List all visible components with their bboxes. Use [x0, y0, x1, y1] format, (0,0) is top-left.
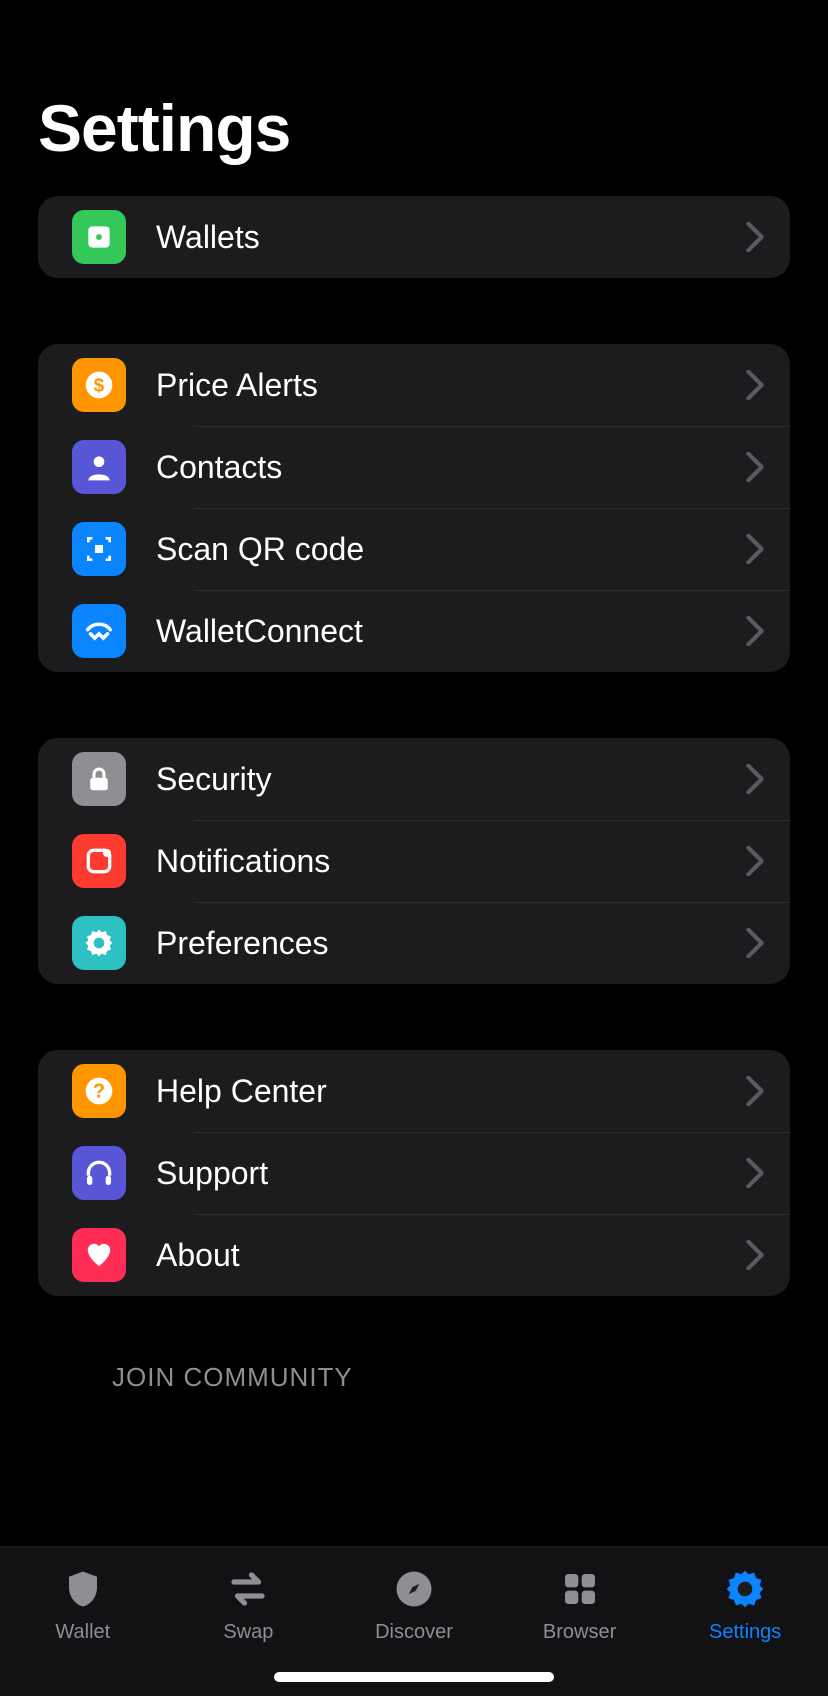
row-security[interactable]: Security	[38, 738, 790, 820]
settings-group-help: ? Help Center Support About	[38, 1050, 790, 1296]
nav-wallet[interactable]: Wallet	[13, 1565, 153, 1644]
row-label: Preferences	[156, 925, 738, 962]
row-label: About	[156, 1237, 738, 1274]
chevron-right-icon	[746, 764, 764, 794]
row-price-alerts[interactable]: $ Price Alerts	[38, 344, 790, 426]
nav-browser[interactable]: Browser	[510, 1565, 650, 1644]
settings-group-wallets: Wallets	[38, 196, 790, 278]
headphones-icon	[72, 1146, 126, 1200]
wallet-icon	[72, 210, 126, 264]
gear-icon	[721, 1565, 769, 1613]
row-support[interactable]: Support	[38, 1132, 790, 1214]
qr-icon	[72, 522, 126, 576]
row-label: Contacts	[156, 449, 738, 486]
chevron-right-icon	[746, 222, 764, 252]
row-wallets[interactable]: Wallets	[38, 196, 790, 278]
row-help-center[interactable]: ? Help Center	[38, 1050, 790, 1132]
chevron-right-icon	[746, 1076, 764, 1106]
chevron-right-icon	[746, 452, 764, 482]
settings-group-prefs: Security Notifications Preferences	[38, 738, 790, 984]
row-preferences[interactable]: Preferences	[38, 902, 790, 984]
row-label: WalletConnect	[156, 613, 738, 650]
row-label: Scan QR code	[156, 531, 738, 568]
row-label: Notifications	[156, 843, 738, 880]
nav-settings[interactable]: Settings	[675, 1565, 815, 1644]
page-title: Settings	[0, 0, 828, 196]
nav-label: Discover	[375, 1621, 453, 1644]
lock-icon	[72, 752, 126, 806]
row-label: Price Alerts	[156, 367, 738, 404]
shield-icon	[59, 1565, 107, 1613]
row-contacts[interactable]: Contacts	[38, 426, 790, 508]
nav-discover[interactable]: Discover	[344, 1565, 484, 1644]
chevron-right-icon	[746, 928, 764, 958]
nav-label: Swap	[223, 1621, 273, 1644]
row-label: Security	[156, 761, 738, 798]
nav-label: Browser	[543, 1621, 616, 1644]
chevron-right-icon	[746, 1158, 764, 1188]
settings-group-tools: $ Price Alerts Contacts Scan QR code Wal…	[38, 344, 790, 672]
row-about[interactable]: About	[38, 1214, 790, 1296]
chevron-right-icon	[746, 1240, 764, 1270]
chevron-right-icon	[746, 616, 764, 646]
row-label: Support	[156, 1155, 738, 1192]
chevron-right-icon	[746, 370, 764, 400]
heart-icon	[72, 1228, 126, 1282]
dollar-icon: $	[72, 358, 126, 412]
grid-icon	[556, 1565, 604, 1613]
swap-icon	[224, 1565, 272, 1613]
svg-text:?: ?	[93, 1081, 105, 1103]
svg-text:$: $	[94, 375, 105, 396]
bell-icon	[72, 834, 126, 888]
nav-label: Settings	[709, 1621, 781, 1644]
settings-content: Wallets $ Price Alerts Contacts Scan	[0, 196, 828, 1407]
home-indicator[interactable]	[274, 1672, 554, 1682]
chevron-right-icon	[746, 534, 764, 564]
gear-icon	[72, 916, 126, 970]
walletconnect-icon	[72, 604, 126, 658]
help-icon: ?	[72, 1064, 126, 1118]
row-label: Wallets	[156, 219, 738, 256]
community-header: JOIN COMMUNITY	[38, 1362, 790, 1407]
row-scan-qr[interactable]: Scan QR code	[38, 508, 790, 590]
chevron-right-icon	[746, 846, 764, 876]
row-walletconnect[interactable]: WalletConnect	[38, 590, 790, 672]
row-label: Help Center	[156, 1073, 738, 1110]
person-icon	[72, 440, 126, 494]
nav-label: Wallet	[55, 1621, 110, 1644]
nav-swap[interactable]: Swap	[178, 1565, 318, 1644]
compass-icon	[390, 1565, 438, 1613]
row-notifications[interactable]: Notifications	[38, 820, 790, 902]
